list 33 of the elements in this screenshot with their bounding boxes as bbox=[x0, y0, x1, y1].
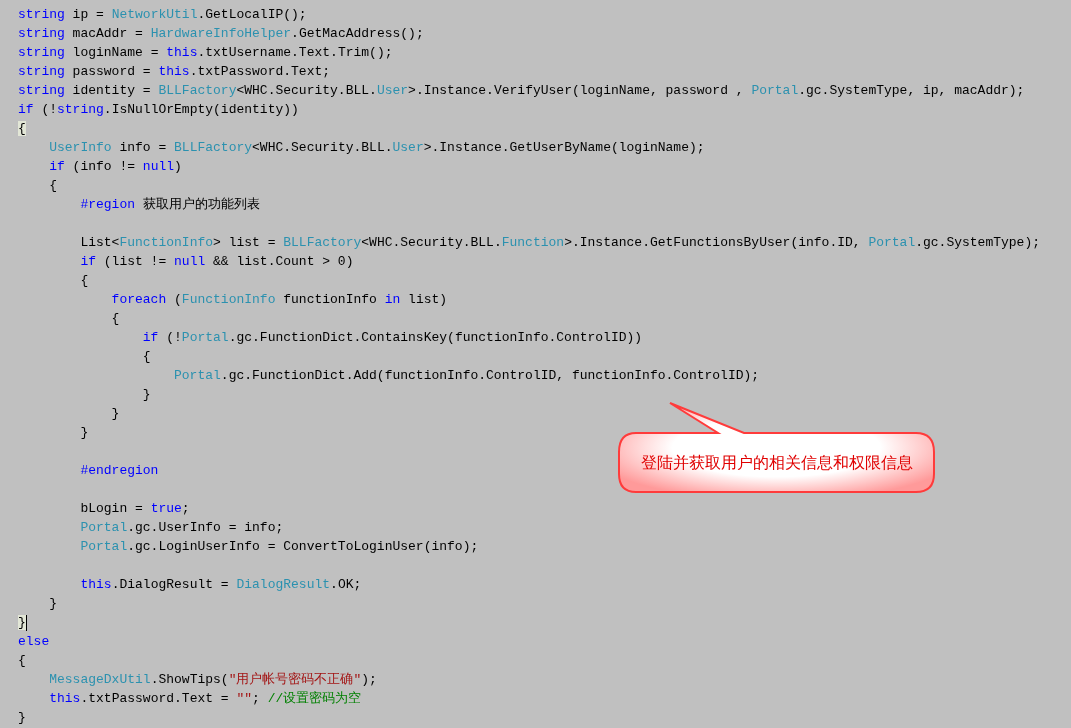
code-line: string ip = NetworkUtil.GetLocalIP(); bbox=[18, 6, 307, 24]
code-line: Portal.gc.UserInfo = info; bbox=[80, 519, 284, 537]
code-line: #endregion bbox=[80, 462, 159, 480]
code-line: if (!Portal.gc.FunctionDict.ContainsKey(functionInfo.ControlID)) bbox=[142, 329, 643, 347]
code-line: { bbox=[142, 348, 151, 366]
code-line: string loginName = this.txtUsername.Text.Trim(); bbox=[18, 44, 393, 62]
code-line: } bbox=[80, 424, 89, 442]
code-line: else bbox=[18, 633, 50, 651]
code-line: { bbox=[49, 177, 57, 195]
code-line: #region 获取用户的功能列表 bbox=[80, 196, 260, 214]
code-line: bLogin = true; bbox=[80, 500, 190, 518]
code-line: { bbox=[18, 652, 26, 670]
code-line: string macAddr = HardwareInfoHelper.GetMacAddress(); bbox=[18, 25, 424, 43]
code-line: this.DialogResult = DialogResult.OK; bbox=[80, 576, 362, 594]
code-line: MessageDxUtil.ShowTips("用户帐号密码不正确"); bbox=[49, 671, 377, 689]
code-line: { bbox=[111, 310, 120, 328]
code-line: List<FunctionInfo> list = BLLFactory<WHC.Security.BLL.Function>.Instance.GetFunctionsByUser(info.ID, Portal.gc.SystemType); bbox=[80, 234, 1041, 252]
callout-text: 登陆并获取用户的相关信息和权限信息 bbox=[641, 452, 913, 473]
code-line: this.txtPassword.Text = ""; //设置密码为空 bbox=[49, 690, 362, 708]
code-line: Portal.gc.LoginUserInfo = ConvertToLoginUser(info); bbox=[80, 538, 479, 556]
code-line: if (!string.IsNullOrEmpty(identity)) bbox=[18, 101, 299, 119]
code-line: Portal.gc.FunctionDict.Add(functionInfo.ControlID, functionInfo.ControlID); bbox=[174, 367, 760, 385]
code-line: } bbox=[111, 405, 120, 423]
code-line: string password = this.txtPassword.Text; bbox=[18, 63, 331, 81]
code-line: if (info != null) bbox=[49, 158, 182, 176]
code-line: { bbox=[80, 272, 89, 290]
code-line: foreach (FunctionInfo functionInfo in list) bbox=[111, 291, 448, 309]
code-line: } bbox=[18, 709, 26, 727]
code-line: string identity = BLLFactory<WHC.Security.BLL.User>.Instance.VerifyUser(loginName, password , Portal.gc.SystemType, ip, macAddr); bbox=[18, 82, 1025, 100]
code-line: } bbox=[142, 386, 151, 404]
code-line: UserInfo info = BLLFactory<WHC.Security.BLL.User>.Instance.GetUserByName(loginName); bbox=[49, 139, 705, 157]
code-line: if (list != null && list.Count > 0) bbox=[80, 253, 354, 271]
code-line: } bbox=[49, 595, 57, 613]
